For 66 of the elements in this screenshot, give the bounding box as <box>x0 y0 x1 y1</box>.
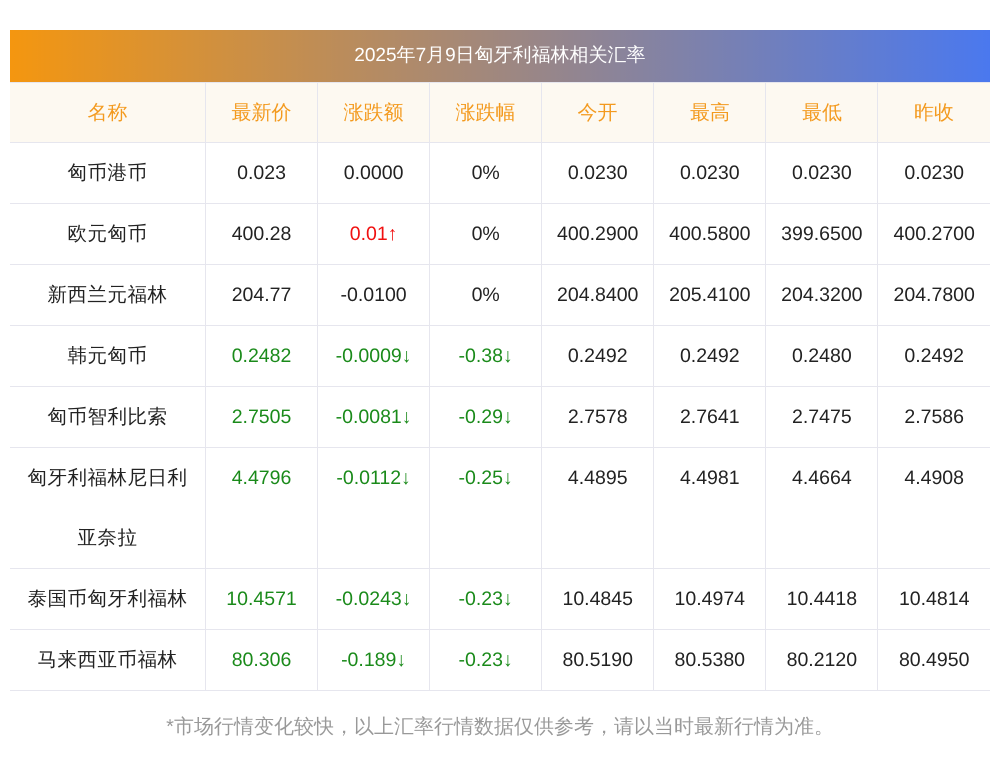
table-cell: 0.2480 <box>766 326 878 386</box>
table-cell: 4.4796 <box>206 448 318 568</box>
table-cell: 205.4100 <box>654 264 766 326</box>
table-cell: 399.6500 <box>766 204 878 264</box>
table-cell: -0.29↓ <box>430 386 542 448</box>
table-cell: 400.5800 <box>654 204 766 264</box>
column-header: 最低 <box>766 82 878 142</box>
column-header: 昨收 <box>878 82 990 142</box>
currency-pair-cell: 韩元匈币 <box>10 326 206 386</box>
table-cell: 0.2482 <box>206 326 318 386</box>
table-cell: 0% <box>430 264 542 326</box>
table-cell: 10.4845 <box>542 568 654 630</box>
table-cell: -0.0100 <box>318 264 430 326</box>
table-cell: 2.7578 <box>542 386 654 448</box>
table-cell: 0.0230 <box>542 142 654 204</box>
column-header: 今开 <box>542 82 654 142</box>
table-cell: 10.4418 <box>766 568 878 630</box>
table-cell: 4.4981 <box>654 448 766 568</box>
currency-pair-cell: 泰国币匈牙利福林 <box>10 568 206 630</box>
currency-pair-cell: 匈牙利福林尼日利亚奈拉 <box>10 448 206 568</box>
table-cell: -0.189↓ <box>318 630 430 690</box>
column-header: 最高 <box>654 82 766 142</box>
table-cell: 4.4664 <box>766 448 878 568</box>
table-cell: 400.28 <box>206 204 318 264</box>
table-cell: -0.38↓ <box>430 326 542 386</box>
table-cell: 10.4571 <box>206 568 318 630</box>
table-cell: -0.23↓ <box>430 568 542 630</box>
currency-pair-cell: 马来西亚币福林 <box>10 630 206 690</box>
table-cell: 0.023 <box>206 142 318 204</box>
currency-pair-cell: 欧元匈币 <box>10 204 206 264</box>
table-cell: 2.7475 <box>766 386 878 448</box>
table-cell: 2.7505 <box>206 386 318 448</box>
table-cell: 0.0000 <box>318 142 430 204</box>
table-cell: 0.2492 <box>542 326 654 386</box>
table-cell: 80.5190 <box>542 630 654 690</box>
table-cell: -0.0081↓ <box>318 386 430 448</box>
currency-pair-cell: 新西兰元福林 <box>10 264 206 326</box>
table-cell: 2.7641 <box>654 386 766 448</box>
disclaimer-note: *市场行情变化较快，以上汇率行情数据仅供参考，请以当时最新行情为准。 <box>165 715 835 740</box>
table-cell: 204.3200 <box>766 264 878 326</box>
table-cell: 0.2492 <box>654 326 766 386</box>
table-cell: -0.25↓ <box>430 448 542 568</box>
currency-pair-cell: 匈币港币 <box>10 142 206 204</box>
table-title: 2025年7月9日匈牙利福林相关汇率 <box>10 30 990 82</box>
table-cell: 4.4895 <box>542 448 654 568</box>
table-cell: 0.01↑ <box>318 204 430 264</box>
table-cell: 400.2900 <box>542 204 654 264</box>
table-cell: 80.2120 <box>766 630 878 690</box>
column-header: 涨跌额 <box>318 82 430 142</box>
table-cell: -0.0112↓ <box>318 448 430 568</box>
column-header: 名称 <box>10 82 206 142</box>
table-cell: 10.4974 <box>654 568 766 630</box>
table-cell: 204.8400 <box>542 264 654 326</box>
table-cell: 80.306 <box>206 630 318 690</box>
column-header: 最新价 <box>206 82 318 142</box>
table-cell: 0% <box>430 204 542 264</box>
table-cell: 0% <box>430 142 542 204</box>
table-cell: 0.0230 <box>654 142 766 204</box>
table-cell: 80.5380 <box>654 630 766 690</box>
column-header: 涨跌幅 <box>430 82 542 142</box>
table-cell: -0.0009↓ <box>318 326 430 386</box>
table-cell: -0.0243↓ <box>318 568 430 630</box>
table-cell: 204.77 <box>206 264 318 326</box>
table-cell: 0.0230 <box>766 142 878 204</box>
table-cell: -0.23↓ <box>430 630 542 690</box>
currency-pair-cell: 匈币智利比索 <box>10 386 206 448</box>
